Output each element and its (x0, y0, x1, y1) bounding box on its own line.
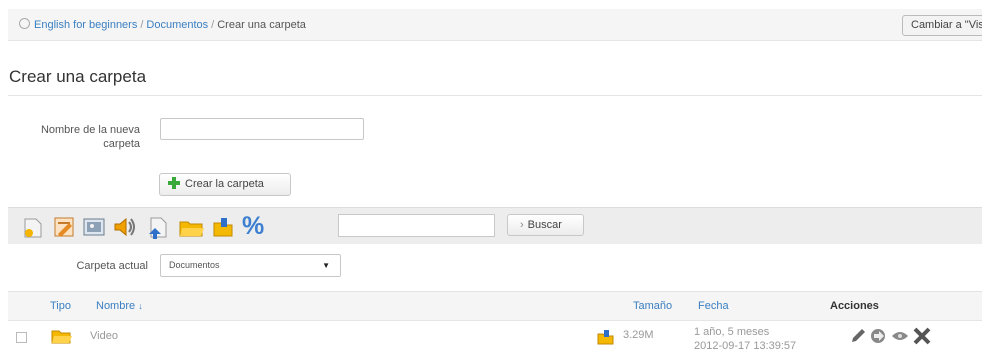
image-gallery-icon[interactable] (82, 215, 108, 239)
documents-toolbar: % › Buscar (8, 207, 982, 244)
breadcrumb-current: Crear una carpeta (217, 19, 306, 31)
visibility-icon[interactable] (891, 330, 909, 342)
create-folder-button-label: Crear la carpeta (185, 178, 264, 190)
edit-icon[interactable] (850, 328, 866, 344)
table-header: Tipo Nombre ↓ Tamaño Fecha Acciones (8, 291, 982, 320)
breadcrumb-course-link[interactable]: English for beginners (34, 19, 137, 31)
row-date-relative: 1 año, 5 meses (694, 326, 770, 338)
column-actions-header: Acciones (830, 300, 879, 312)
breadcrumb-bar: English for beginners / Documentos / Crear u… (8, 9, 982, 41)
row-checkbox[interactable] (16, 332, 27, 343)
edit-html-icon[interactable] (52, 215, 76, 239)
current-folder-label: Carpeta actual (76, 260, 148, 272)
divider (8, 95, 982, 96)
column-date-header[interactable]: Fecha (698, 300, 729, 312)
folder-name-label: Nombre de la nueva carpeta (40, 124, 140, 150)
current-folder-select[interactable]: Documentos ▼ (160, 254, 341, 277)
search-input[interactable] (338, 214, 495, 237)
quota-percent-icon[interactable]: % (242, 212, 264, 241)
folder-name-input[interactable] (160, 118, 364, 140)
dropdown-arrow-icon: ▼ (322, 261, 330, 270)
column-name-header[interactable]: Nombre ↓ (96, 300, 143, 312)
page-title: Crear una carpeta (9, 67, 147, 86)
search-button-label: Buscar (527, 219, 562, 231)
create-folder-button[interactable]: Crear la carpeta (159, 173, 291, 196)
switch-view-button[interactable]: Cambiar a "Vis (902, 15, 982, 36)
row-name-link[interactable]: Video (90, 330, 118, 342)
folder-icon (51, 330, 72, 344)
breadcrumb-documents-link[interactable]: Documentos (146, 19, 208, 31)
audio-icon[interactable] (112, 215, 138, 239)
current-folder-value: Documentos (169, 260, 220, 270)
folder-share-icon[interactable] (211, 215, 235, 239)
new-document-icon[interactable] (22, 215, 44, 239)
breadcrumb-separator: / (211, 19, 215, 31)
table-row: Video 3.29M 1 año, 5 meses 2012-09-17 13… (8, 320, 982, 354)
row-size: 3.29M (623, 329, 654, 341)
move-icon[interactable] (870, 328, 888, 344)
delete-icon[interactable] (912, 326, 932, 346)
column-type-header[interactable]: Tipo (50, 300, 71, 312)
breadcrumb: English for beginners / Documentos / Crear u… (19, 18, 306, 31)
sort-arrow-icon: ↓ (138, 301, 143, 311)
new-folder-icon[interactable] (178, 215, 206, 239)
column-name-label: Nombre (96, 300, 136, 312)
chevron-right-icon: › (520, 219, 524, 231)
row-date-absolute: 2012-09-17 13:39:57 (694, 340, 797, 352)
plus-icon (168, 177, 180, 189)
breadcrumb-separator: / (140, 19, 144, 31)
upload-document-icon[interactable] (146, 215, 170, 241)
folder-share-icon[interactable] (597, 328, 615, 346)
column-size-header[interactable]: Tamaño (633, 300, 672, 312)
search-button[interactable]: › Buscar (507, 214, 584, 236)
home-icon[interactable] (19, 18, 30, 29)
